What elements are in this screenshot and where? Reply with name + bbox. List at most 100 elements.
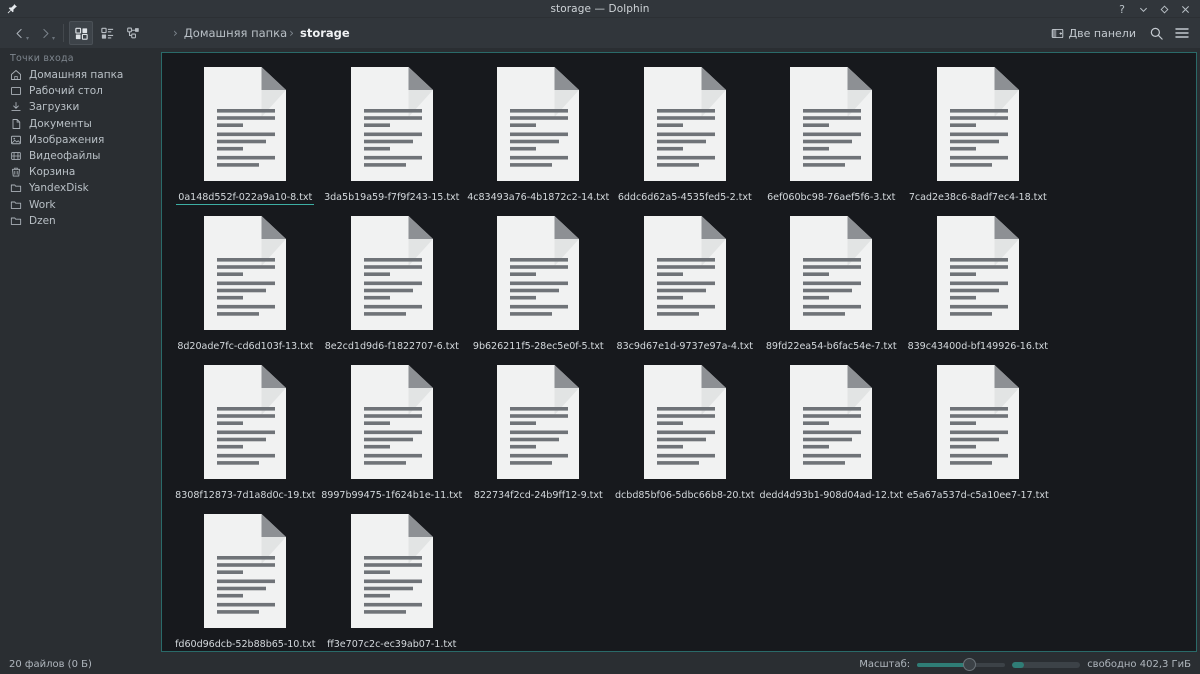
- file-name-label[interactable]: dedd4d93b1-908d04ad-12.txt: [758, 490, 905, 502]
- file-name-label[interactable]: 89fd22ea54-b6fac54e-7.txt: [764, 341, 899, 353]
- file-item[interactable]: 9b626211f5-28ec5e0f-5.txt: [465, 211, 612, 360]
- file-name-label[interactable]: 0a148d552f-022a9a10-8.txt: [176, 192, 315, 205]
- sidebar-item-1[interactable]: Рабочий стол: [0, 83, 157, 99]
- file-item[interactable]: 0a148d552f-022a9a10-8.txt: [172, 62, 319, 211]
- text-file-icon[interactable]: [201, 65, 289, 189]
- text-file-icon[interactable]: [201, 363, 289, 487]
- file-item[interactable]: 7cad2e38c6-8adf7ec4-18.txt: [905, 62, 1052, 211]
- file-name-label[interactable]: 8d20ade7fc-cd6d103f-13.txt: [175, 341, 315, 353]
- zoom-slider[interactable]: [917, 658, 1006, 672]
- breadcrumb[interactable]: › Домашняя папка › storage: [171, 26, 1045, 40]
- search-button[interactable]: [1144, 21, 1168, 45]
- file-item[interactable]: 839c43400d-bf149926-16.txt: [905, 211, 1052, 360]
- text-file-icon[interactable]: [641, 214, 729, 338]
- file-item[interactable]: 83c9d67e1d-9737e97a-4.txt: [612, 211, 759, 360]
- file-name-label[interactable]: 6ddc6d62a5-4535fed5-2.txt: [616, 192, 754, 204]
- file-name-label[interactable]: e5a67a537d-c5a10ee7-17.txt: [905, 490, 1051, 502]
- file-item[interactable]: 8e2cd1d9d6-f1822707-6.txt: [319, 211, 466, 360]
- file-name-label[interactable]: 7cad2e38c6-8adf7ec4-18.txt: [907, 192, 1049, 204]
- menu-button[interactable]: [1170, 21, 1194, 45]
- view-mode-icons[interactable]: [69, 21, 93, 45]
- file-item[interactable]: dcbd85bf06-5dbc66b8-20.txt: [612, 360, 759, 509]
- file-name-label[interactable]: 8308f12873-7d1a8d0c-19.txt: [173, 490, 317, 502]
- file-item[interactable]: dedd4d93b1-908d04ad-12.txt: [758, 360, 905, 509]
- videos-icon: [9, 150, 22, 163]
- file-name-label[interactable]: 822734f2cd-24b9ff12-9.txt: [472, 490, 605, 502]
- file-name-label[interactable]: 3da5b19a59-f7f9f243-15.txt: [322, 192, 461, 204]
- view-mode-compact[interactable]: [95, 21, 119, 45]
- sidebar-item-label: Корзина: [29, 166, 76, 179]
- file-name-label[interactable]: fd60d96dcb-52b88b65-10.txt: [173, 639, 317, 651]
- text-file-icon[interactable]: [787, 214, 875, 338]
- sidebar-item-5[interactable]: Видеофайлы: [0, 148, 157, 164]
- text-file-icon[interactable]: [787, 65, 875, 189]
- zoom-slider-fill: [917, 662, 970, 667]
- file-item[interactable]: 8997b99475-1f624b1e-11.txt: [319, 360, 466, 509]
- file-item[interactable]: ff3e707c2c-ec39ab07-1.txt: [319, 509, 466, 651]
- file-name-label[interactable]: 8e2cd1d9d6-f1822707-6.txt: [323, 341, 461, 353]
- file-name-label[interactable]: dcbd85bf06-5dbc66b8-20.txt: [613, 490, 756, 502]
- close-button[interactable]: [1179, 3, 1191, 15]
- text-file-icon[interactable]: [934, 65, 1022, 189]
- file-name-label[interactable]: 4c83493a76-4b1872c2-14.txt: [465, 192, 611, 204]
- text-file-icon[interactable]: [348, 214, 436, 338]
- minimize-button[interactable]: [1137, 3, 1149, 15]
- file-item[interactable]: 4c83493a76-4b1872c2-14.txt: [465, 62, 612, 211]
- text-file-icon[interactable]: [934, 363, 1022, 487]
- forward-button[interactable]: ▾: [32, 21, 58, 45]
- sidebar-item-4[interactable]: Изображения: [0, 132, 157, 148]
- file-item[interactable]: 8d20ade7fc-cd6d103f-13.txt: [172, 211, 319, 360]
- view-mode-details[interactable]: [121, 21, 145, 45]
- folder-icon: [9, 182, 22, 195]
- file-grid: 0a148d552f-022a9a10-8.txt 3da5b19a59-f7f9…: [172, 62, 1186, 651]
- sidebar-item-8[interactable]: Work: [0, 197, 157, 213]
- text-file-icon[interactable]: [934, 214, 1022, 338]
- breadcrumb-item-home[interactable]: Домашняя папка: [184, 26, 287, 40]
- file-item[interactable]: 89fd22ea54-b6fac54e-7.txt: [758, 211, 905, 360]
- text-file-icon[interactable]: [641, 363, 729, 487]
- split-view-icon: [1051, 27, 1064, 40]
- text-file-icon[interactable]: [348, 65, 436, 189]
- maximize-button[interactable]: [1158, 3, 1170, 15]
- text-file-icon[interactable]: [494, 214, 582, 338]
- places-section-header: Точки входа: [10, 53, 74, 64]
- text-file-icon[interactable]: [787, 363, 875, 487]
- text-file-icon[interactable]: [201, 214, 289, 338]
- file-item[interactable]: 6ef060bc98-76aef5f6-3.txt: [758, 62, 905, 211]
- text-file-icon[interactable]: [348, 363, 436, 487]
- breadcrumb-item-storage[interactable]: storage: [300, 26, 350, 40]
- file-item[interactable]: 822734f2cd-24b9ff12-9.txt: [465, 360, 612, 509]
- back-button[interactable]: ▾: [6, 21, 32, 45]
- sidebar-item-3[interactable]: Документы: [0, 116, 157, 132]
- file-name-label[interactable]: 8997b99475-1f624b1e-11.txt: [319, 490, 464, 502]
- back-dropdown-caret[interactable]: ▾: [26, 36, 29, 42]
- text-file-icon[interactable]: [348, 512, 436, 636]
- text-file-icon[interactable]: [494, 65, 582, 189]
- file-item[interactable]: e5a67a537d-c5a10ee7-17.txt: [905, 360, 1052, 509]
- file-name-label[interactable]: 6ef060bc98-76aef5f6-3.txt: [765, 192, 897, 204]
- zoom-slider-handle[interactable]: [963, 658, 977, 671]
- file-view[interactable]: 0a148d552f-022a9a10-8.txt 3da5b19a59-f7f9…: [161, 52, 1197, 652]
- text-file-icon[interactable]: [641, 65, 729, 189]
- file-item[interactable]: 8308f12873-7d1a8d0c-19.txt: [172, 360, 319, 509]
- file-item[interactable]: 3da5b19a59-f7f9f243-15.txt: [319, 62, 466, 211]
- file-item[interactable]: 6ddc6d62a5-4535fed5-2.txt: [612, 62, 759, 211]
- sidebar-item-6[interactable]: Корзина: [0, 164, 157, 180]
- text-file-icon[interactable]: [201, 512, 289, 636]
- file-name-label[interactable]: 839c43400d-bf149926-16.txt: [906, 341, 1050, 353]
- help-button[interactable]: ?: [1116, 3, 1128, 15]
- file-name-label[interactable]: ff3e707c2c-ec39ab07-1.txt: [325, 639, 458, 651]
- title-bar: storage — Dolphin ?: [0, 0, 1200, 18]
- status-bar-right: Масштаб: свободно 402,3 ГиБ: [859, 658, 1191, 672]
- window-controls: ?: [1116, 0, 1196, 18]
- sidebar-item-2[interactable]: Загрузки: [0, 99, 157, 115]
- file-name-label[interactable]: 83c9d67e1d-9737e97a-4.txt: [615, 341, 755, 353]
- sidebar-item-9[interactable]: Dzen: [0, 213, 157, 229]
- split-view-button[interactable]: Две панели: [1045, 21, 1142, 45]
- sidebar-item-7[interactable]: YandexDisk: [0, 180, 157, 196]
- file-name-label[interactable]: 9b626211f5-28ec5e0f-5.txt: [471, 341, 606, 353]
- file-item[interactable]: fd60d96dcb-52b88b65-10.txt: [172, 509, 319, 651]
- text-file-icon[interactable]: [494, 363, 582, 487]
- forward-dropdown-caret[interactable]: ▾: [52, 36, 55, 42]
- sidebar-item-0[interactable]: Домашняя папка: [0, 67, 157, 83]
